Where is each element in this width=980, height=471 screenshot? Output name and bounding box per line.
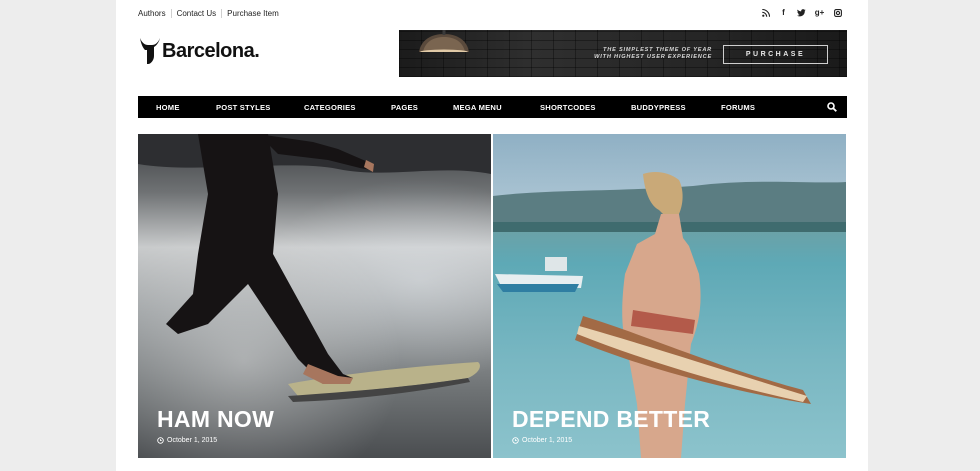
- top-links: Authors Contact Us Purchase Item: [138, 9, 279, 18]
- purchase-button[interactable]: PURCHASE: [723, 45, 828, 64]
- post-title[interactable]: HAM NOW: [157, 406, 274, 433]
- nav-categories[interactable]: CATEGORIES: [304, 103, 356, 112]
- divider: [170, 9, 172, 18]
- facebook-icon[interactable]: f: [779, 8, 788, 17]
- featured-post-1[interactable]: HAM NOW October 1, 2015: [138, 134, 491, 458]
- twitter-icon[interactable]: [797, 8, 806, 17]
- logo-text: Barcelona.: [162, 39, 260, 62]
- instagram-icon[interactable]: [833, 8, 842, 17]
- search-icon[interactable]: [827, 102, 837, 112]
- lamp-image: [419, 30, 469, 52]
- site-logo[interactable]: Barcelona.: [139, 36, 260, 66]
- post-date: October 1, 2015: [157, 437, 217, 444]
- purchase-item-link[interactable]: Purchase Item: [227, 9, 279, 18]
- main-nav: HOME POST STYLES CATEGORIES PAGES MEGA M…: [138, 96, 847, 118]
- ad-banner[interactable]: THE SIMPLEST THEME OF YEAR WITH HIGHEST …: [399, 30, 847, 77]
- nav-pages[interactable]: PAGES: [391, 103, 418, 112]
- google-plus-icon[interactable]: g+: [815, 8, 825, 17]
- nav-post-styles[interactable]: POST STYLES: [216, 103, 271, 112]
- banner-line-1: THE SIMPLEST THEME OF YEAR: [603, 47, 712, 53]
- banner-line-2: WITH HIGHEST USER EXPERIENCE: [594, 54, 712, 60]
- nav-shortcodes[interactable]: SHORTCODES: [540, 103, 596, 112]
- clock-icon: [512, 437, 519, 444]
- banner-tagline: THE SIMPLEST THEME OF YEAR WITH HIGHEST …: [594, 47, 712, 61]
- rss-icon[interactable]: [761, 8, 770, 17]
- featured-post-2[interactable]: DEPEND BETTER October 1, 2015: [493, 134, 846, 458]
- divider: [221, 9, 223, 18]
- post-title[interactable]: DEPEND BETTER: [512, 406, 710, 433]
- nav-home[interactable]: HOME: [156, 103, 180, 112]
- social-links: f g+: [761, 8, 842, 17]
- authors-link[interactable]: Authors: [138, 9, 166, 18]
- page: Authors Contact Us Purchase Item f g+ Ba…: [116, 0, 868, 471]
- post-date-text: October 1, 2015: [522, 437, 573, 444]
- nav-forums[interactable]: FORUMS: [721, 103, 755, 112]
- bull-logo-icon: [140, 38, 160, 64]
- post-date: October 1, 2015: [512, 437, 572, 444]
- nav-mega-menu[interactable]: MEGA MENU: [453, 103, 502, 112]
- nav-buddypress[interactable]: BUDDYPRESS: [631, 103, 686, 112]
- post-date-text: October 1, 2015: [167, 437, 218, 444]
- contact-us-link[interactable]: Contact Us: [177, 9, 217, 18]
- clock-icon: [157, 437, 164, 444]
